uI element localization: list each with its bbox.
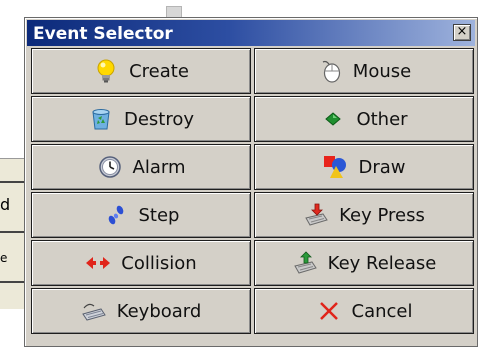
collision-event-label: Collision: [121, 252, 197, 274]
alarm-event-button[interactable]: Alarm: [31, 144, 251, 190]
cancel-label: Cancel: [351, 300, 413, 322]
background-text-d: d: [0, 195, 11, 214]
destroy-event-button[interactable]: Destroy: [31, 96, 251, 142]
event-button-grid: Create Mouse Destroy Other Alarm Draw St…: [31, 48, 474, 334]
key-press-event-label: Key Press: [339, 204, 425, 226]
key-press-event-button[interactable]: Key Press: [254, 192, 474, 238]
step-event-button[interactable]: Step: [31, 192, 251, 238]
keyboard-icon: [81, 303, 106, 321]
create-event-button[interactable]: Create: [31, 48, 251, 94]
green-diamond-icon: [325, 112, 342, 126]
title-bar[interactable]: Event Selector ×: [27, 20, 475, 46]
dialog-title: Event Selector: [33, 24, 173, 44]
mouse-icon: [322, 60, 340, 83]
alarm-event-label: Alarm: [132, 156, 186, 178]
clock-icon: [98, 156, 121, 178]
cancel-button[interactable]: Cancel: [254, 288, 474, 334]
close-button[interactable]: ×: [453, 24, 471, 41]
draw-event-button[interactable]: Draw: [254, 144, 474, 190]
keyboard-press-icon: [305, 203, 328, 226]
collision-arrows-icon: [86, 257, 111, 269]
collision-event-button[interactable]: Collision: [31, 240, 251, 286]
red-x-icon: [319, 302, 338, 320]
destroy-event-label: Destroy: [123, 108, 195, 130]
key-release-event-label: Key Release: [327, 252, 437, 274]
footsteps-icon: [108, 205, 123, 225]
draw-event-label: Draw: [358, 156, 406, 178]
step-event-label: Step: [138, 204, 180, 226]
recycle-bin-icon: [92, 109, 110, 130]
keyboard-event-button[interactable]: Keyboard: [31, 288, 251, 334]
create-event-label: Create: [129, 60, 189, 82]
keyboard-release-icon: [293, 251, 317, 274]
event-selector-dialog: Event Selector × Create Mouse Destroy Ot…: [24, 17, 478, 347]
shapes-icon: [324, 156, 347, 178]
other-event-button[interactable]: Other: [254, 96, 474, 142]
mouse-event-label: Mouse: [352, 60, 412, 82]
keyboard-event-label: Keyboard: [116, 300, 202, 322]
key-release-event-button[interactable]: Key Release: [254, 240, 474, 286]
mouse-event-button[interactable]: Mouse: [254, 48, 474, 94]
lightbulb-icon: [97, 59, 115, 83]
other-event-label: Other: [356, 108, 408, 130]
background-text-e: e: [0, 251, 8, 265]
